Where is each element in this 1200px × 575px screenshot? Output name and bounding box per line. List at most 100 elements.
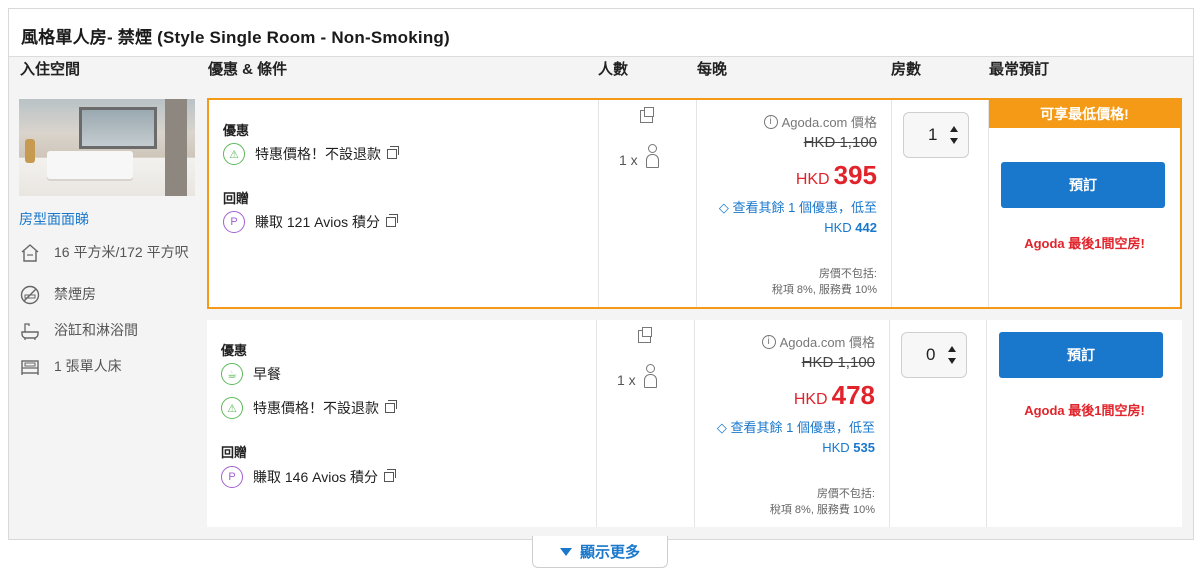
deal-currency: HKD [824, 220, 852, 235]
last-room-notice: Agoda 最後1間空房! [1024, 403, 1145, 418]
price-amount: 395 [833, 160, 877, 190]
amenity-text: 禁煙房 [54, 286, 96, 302]
pax-cell: 1 x [597, 320, 695, 527]
qty-cell: 0 [890, 320, 987, 527]
pax-cell: 1 x [599, 100, 697, 307]
amenity-no-smoking: 禁煙房 [19, 284, 96, 306]
deal-currency: HKD [822, 440, 850, 455]
external-link-icon[interactable] [385, 400, 397, 413]
amenity-text: 16 平方米/172 平方呎 [54, 244, 189, 260]
pax-count: 1 x [617, 364, 657, 388]
room-qty-select[interactable]: 1 [903, 112, 969, 158]
pax-text: 1 x [619, 152, 638, 168]
benefits-label: 優惠 [223, 123, 250, 138]
other-deals-link[interactable]: ◇ 查看其餘 1 個優惠，低至 HKD 535 [700, 418, 875, 458]
tag-icon: ◇ [718, 200, 729, 215]
offer-conditions: 優惠 ⚠ 特惠價格！不設退款 回贈 P 賺取 121 Avios 積分 [209, 100, 599, 307]
bed-icon [19, 356, 41, 378]
excl-line-1: 房價不包括: [818, 268, 877, 280]
room-title: 風格單人房- 禁煙 (Style Single Room - Non-Smoki… [9, 9, 1193, 57]
current-price: HKD 478 [794, 380, 875, 411]
rewards-label: 回贈 [223, 191, 250, 206]
benefits-label: 優惠 [221, 343, 248, 358]
excl-line-2: 稅項 8%, 服務費 10% [771, 284, 877, 296]
stepper-icon [950, 126, 958, 144]
offer-conditions: 優惠 ☕ 早餐 ⚠ 特惠價格！不設退款 回贈 P 賺取 146 Avios 積分 [207, 320, 597, 527]
external-link-icon[interactable] [384, 469, 397, 482]
lowest-price-badge: 可享最低價格! [989, 100, 1180, 128]
room-qty-select[interactable]: 0 [901, 332, 967, 378]
show-more-button[interactable]: 顯示更多 [532, 536, 668, 568]
col-pax: 人數 [598, 61, 629, 78]
price-cell: i Agoda.com 價格 HKD 1,100 HKD 395 ◇ 查看其餘 … [697, 100, 892, 307]
external-link-icon[interactable] [387, 146, 399, 159]
breakfast-icon: ☕ [221, 363, 243, 385]
benefit-item[interactable]: ⚠ 特惠價格！不設退款 [223, 143, 399, 165]
room-photo[interactable] [19, 99, 195, 196]
room-size-icon [19, 242, 41, 264]
benefit-item: ☕ 早餐 [221, 363, 281, 385]
bathtub-icon [19, 320, 41, 342]
other-deals-link[interactable]: ◇ 查看其餘 1 個優惠，低至 HKD 442 [702, 198, 877, 238]
col-price: 每晚 [697, 61, 728, 78]
amenity-text: 1 張單人床 [54, 358, 122, 374]
amenity-bed: 1 張單人床 [19, 356, 122, 378]
pax-text: 1 x [617, 372, 636, 388]
qty-value: 0 [926, 345, 936, 364]
benefit-text: 早餐 [253, 366, 281, 382]
price-cell: i Agoda.com 價格 HKD 1,100 HKD 478 ◇ 查看其餘 … [695, 320, 890, 527]
price-source-text: Agoda.com 價格 [779, 335, 875, 350]
points-icon: P [223, 211, 245, 233]
benefit-item[interactable]: ⚠ 特惠價格！不設退款 [221, 397, 397, 419]
person-icon [645, 144, 659, 168]
book-button[interactable]: 預訂 [1001, 162, 1165, 208]
expand-icon[interactable] [638, 327, 652, 343]
deal-text: 查看其餘 1 個優惠，低至 [732, 200, 877, 215]
book-button[interactable]: 預訂 [999, 332, 1163, 378]
price-source[interactable]: i Agoda.com 價格 [763, 112, 877, 131]
expand-icon[interactable] [640, 107, 654, 123]
person-icon [643, 364, 657, 388]
pax-count: 1 x [619, 144, 659, 168]
excl-line-1: 房價不包括: [816, 488, 875, 500]
current-price: HKD 395 [796, 160, 877, 191]
reward-text: 賺取 121 Avios 積分 [255, 214, 381, 230]
col-qty: 房數 [891, 61, 922, 78]
rewards-label: 回贈 [221, 445, 248, 460]
last-room-notice: Agoda 最後1間空房! [1024, 236, 1145, 251]
stepper-icon [948, 346, 956, 364]
original-price: HKD 1,100 [801, 354, 875, 371]
qty-value: 1 [928, 125, 938, 144]
benefit-text: 特惠價格！不設退款 [255, 146, 381, 162]
col-room-info: 入住空間 [20, 61, 81, 78]
col-book: 最常預訂 [989, 61, 1050, 78]
amenity-bath: 浴缸和淋浴間 [19, 320, 138, 342]
room-photos-link[interactable]: 房型面面睇 [19, 209, 89, 229]
amenity-room-size: 16 平方米/172 平方呎 [19, 242, 194, 264]
external-link-icon[interactable] [386, 214, 399, 227]
info-icon: i [761, 334, 776, 349]
offer-row-1: 優惠 ⚠ 特惠價格！不設退款 回贈 P 賺取 121 Avios 積分 1 x … [207, 98, 1182, 309]
col-offer: 優惠 & 條件 [208, 61, 288, 78]
reward-item[interactable]: P 賺取 146 Avios 積分 [221, 466, 397, 488]
no-smoking-icon [19, 284, 41, 306]
reward-text: 賺取 146 Avios 積分 [253, 469, 379, 485]
warning-icon: ⚠ [223, 143, 245, 165]
price-source-text: Agoda.com 價格 [781, 115, 877, 130]
reward-item[interactable]: P 賺取 121 Avios 積分 [223, 211, 399, 233]
price-exclusions: 房價不包括: 稅項 8%, 服務費 10% [770, 486, 875, 518]
price-exclusions: 房價不包括: 稅項 8%, 服務費 10% [772, 266, 877, 298]
deal-price: 442 [855, 220, 877, 235]
offer-row-2: 優惠 ☕ 早餐 ⚠ 特惠價格！不設退款 回贈 P 賺取 146 Avios 積分… [207, 320, 1182, 527]
original-price: HKD 1,100 [803, 134, 877, 151]
price-source[interactable]: i Agoda.com 價格 [761, 332, 875, 351]
book-cell: 預訂 Agoda 最後1間空房! [987, 320, 1182, 527]
deal-price: 535 [853, 440, 875, 455]
warning-icon: ⚠ [221, 397, 243, 419]
price-currency: HKD [795, 171, 830, 188]
benefit-text: 特惠價格！不設退款 [253, 400, 379, 416]
qty-cell: 1 [892, 100, 989, 307]
book-cell: 可享最低價格! 預訂 Agoda 最後1間空房! [989, 100, 1180, 307]
show-more-label: 顯示更多 [579, 544, 640, 561]
tag-icon: ◇ [716, 420, 727, 435]
